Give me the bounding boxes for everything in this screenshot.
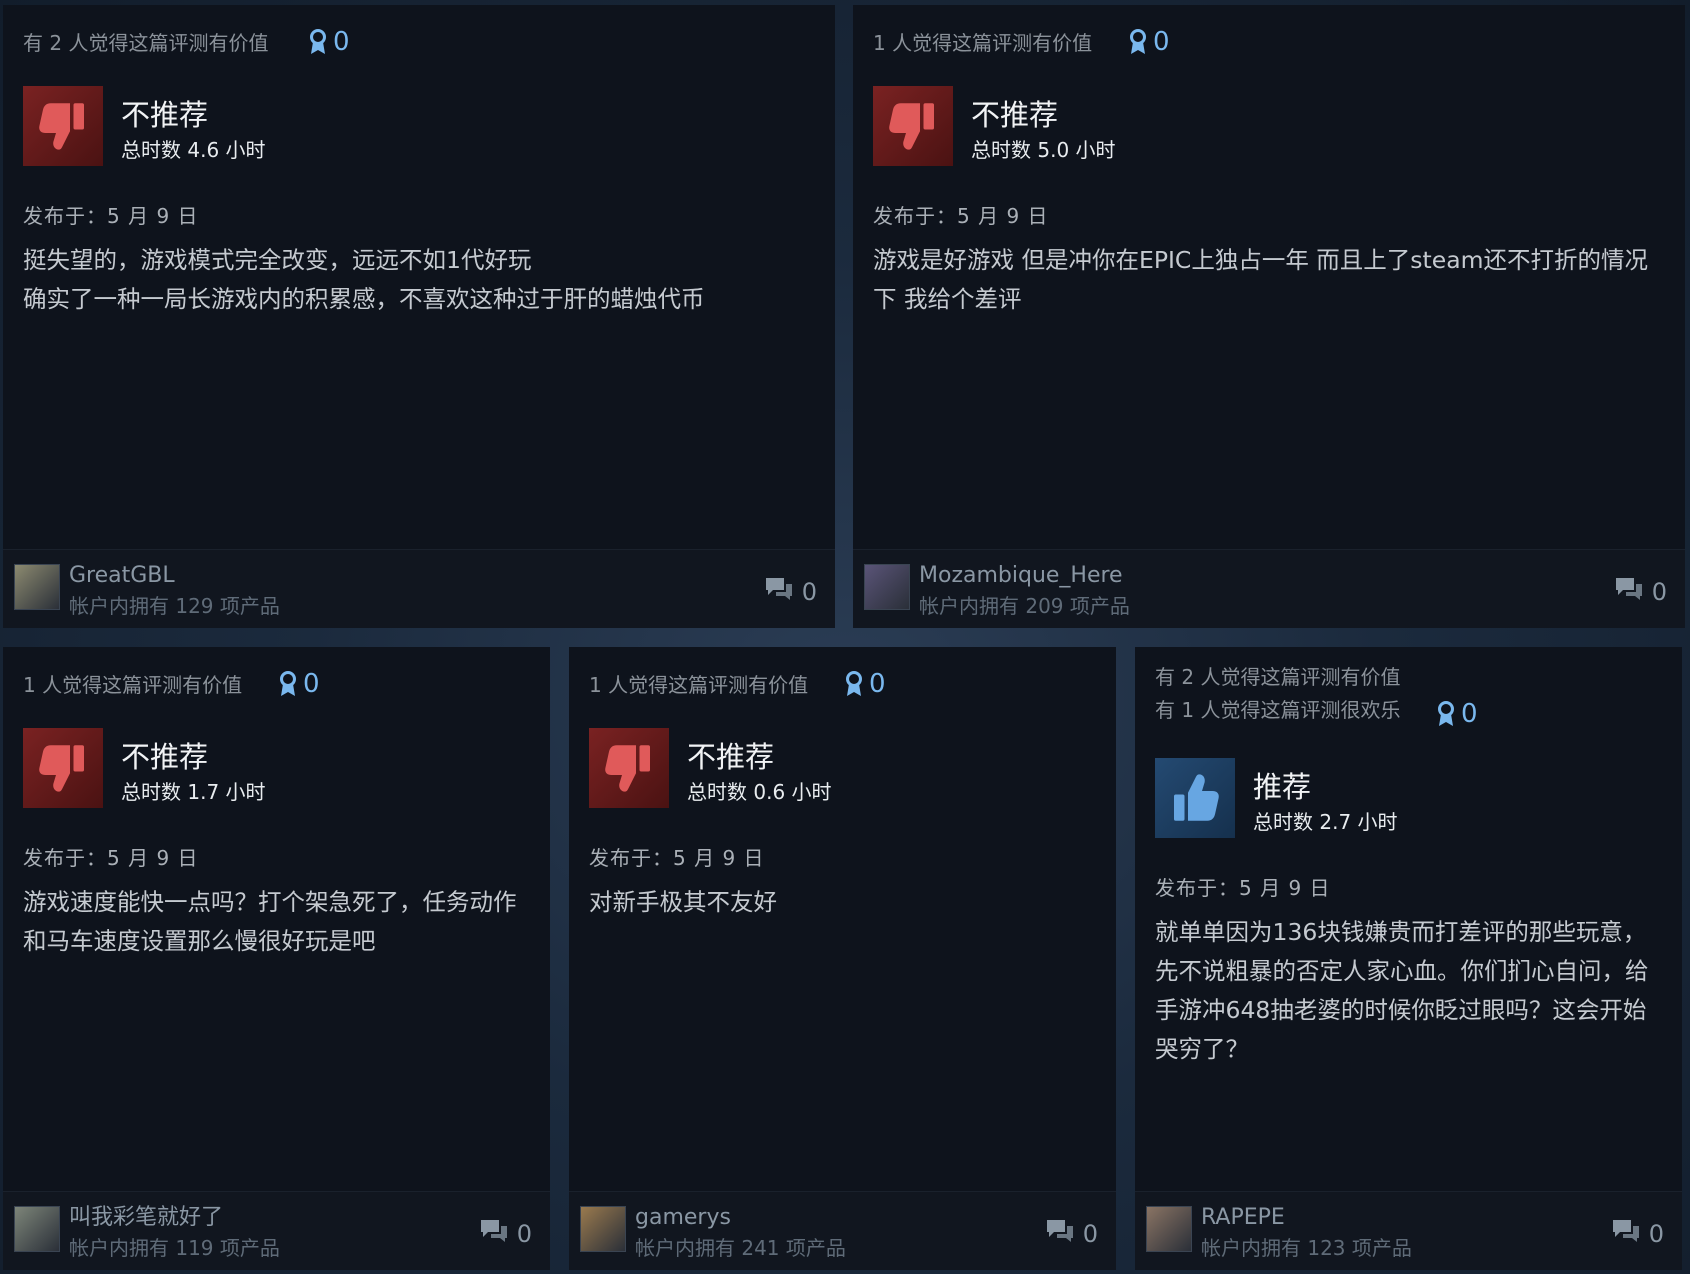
review-card: 有 2 人觉得这篇评测有价值 0 不推荐总时数 4.6 小时发布于：5 月 9 日挺… [3,5,835,628]
posted-date: 发布于：5 月 9 日 [23,204,199,228]
helpful-count-text: 有 1 人觉得这篇评测很欢乐 [1155,698,1401,722]
playtime-hours: 总时数 0.6 小时 [687,780,832,804]
award-count: 0 [869,669,886,699]
thumbs-down-icon [589,728,669,808]
reviewer-name-link[interactable]: Mozambique_Here [919,562,1123,590]
review-body: 对新手极其不友好 [589,888,777,916]
review-footer: Mozambique_Here 帐户内拥有 209 项产品 0 [853,549,1685,628]
reviewer-name-link[interactable]: RAPEPE [1201,1204,1285,1232]
review-verdict[interactable]: 推荐 [1253,769,1311,805]
avatar[interactable] [864,564,910,610]
review-footer: gamerys 帐户内拥有 241 项产品 0 [569,1191,1116,1270]
review-footer: GreatGBL 帐户内拥有 129 项产品 0 [3,549,835,628]
comments-button[interactable]: 0 [1045,1218,1098,1250]
review-footer: RAPEPE 帐户内拥有 123 项产品 0 [1135,1191,1682,1270]
award-button[interactable]: 0 [279,669,320,699]
award-ribbon-icon [279,671,297,697]
playtime-hours: 总时数 5.0 小时 [971,138,1116,162]
reviewer-name-link[interactable]: gamerys [635,1204,731,1232]
thumbs-down-icon [873,86,953,166]
comment-bubbles-icon [479,1218,509,1250]
thumbs-down-icon [23,728,103,808]
review-body: 游戏是好游戏 但是冲你在EPIC上独占一年 而且上了steam还不打折的情况下 … [873,246,1649,313]
award-button[interactable]: 0 [845,669,886,699]
products-owned-text: 帐户内拥有 123 项产品 [1201,1236,1412,1260]
thumbs-up-icon [1155,758,1235,838]
review-verdict[interactable]: 不推荐 [971,97,1058,133]
award-count: 0 [1153,27,1170,57]
reviewer-name-link[interactable]: 叫我彩笔就好了 [69,1204,223,1232]
review-card: 1 人觉得这篇评测有价值 0 不推荐总时数 5.0 小时发布于：5 月 9 日游戏是… [853,5,1685,628]
award-ribbon-icon [1437,701,1455,727]
comment-count: 0 [1082,1220,1098,1248]
award-count: 0 [333,27,350,57]
products-owned-text: 帐户内拥有 119 项产品 [69,1236,280,1260]
comment-count: 0 [1651,578,1667,606]
avatar[interactable] [14,1206,60,1252]
products-owned-text: 帐户内拥有 209 项产品 [919,594,1130,618]
award-ribbon-icon [1129,29,1147,55]
award-button[interactable]: 0 [1129,27,1170,57]
review-body: 就单单因为136块钱嫌贵而打差评的那些玩意，先不说粗暴的否定人家心血。你们扪心自… [1155,918,1649,1063]
award-button[interactable]: 0 [1437,699,1478,729]
review-card: 有 2 人觉得这篇评测有价值有 1 人觉得这篇评测很欢乐 0 推荐总时数 2.7 小… [1135,647,1682,1270]
comments-button[interactable]: 0 [764,576,817,608]
avatar[interactable] [14,564,60,610]
posted-date: 发布于：5 月 9 日 [589,846,765,870]
award-ribbon-icon [309,29,327,55]
comments-button[interactable]: 0 [1611,1218,1664,1250]
review-card: 1 人觉得这篇评测有价值 0 不推荐总时数 0.6 小时发布于：5 月 9 日对新手… [569,647,1116,1270]
products-owned-text: 帐户内拥有 241 项产品 [635,1236,846,1260]
review-body: 挺失望的，游戏模式完全改变，远远不如1代好玩 确实了一种一局长游戏内的积累感，不… [23,246,705,313]
award-count: 0 [1461,699,1478,729]
comment-count: 0 [801,578,817,606]
comment-bubbles-icon [1611,1218,1641,1250]
comment-bubbles-icon [1045,1218,1075,1250]
comments-button[interactable]: 0 [1614,576,1667,608]
helpful-count-text: 1 人觉得这篇评测有价值 [589,673,809,697]
helpful-count-text: 1 人觉得这篇评测有价值 [873,31,1093,55]
products-owned-text: 帐户内拥有 129 项产品 [69,594,280,618]
review-verdict[interactable]: 不推荐 [687,739,774,775]
comment-count: 0 [516,1220,532,1248]
review-footer: 叫我彩笔就好了帐户内拥有 119 项产品 0 [3,1191,550,1270]
playtime-hours: 总时数 4.6 小时 [121,138,266,162]
comment-count: 0 [1648,1220,1664,1248]
review-body: 游戏速度能快一点吗？打个架急死了，任务动作和马车速度设置那么慢很好玩是吧 [23,888,517,955]
award-button[interactable]: 0 [309,27,350,57]
posted-date: 发布于：5 月 9 日 [1155,876,1331,900]
reviewer-name-link[interactable]: GreatGBL [69,562,175,590]
comments-button[interactable]: 0 [479,1218,532,1250]
helpful-count-text: 1 人觉得这篇评测有价值 [23,673,243,697]
comment-bubbles-icon [1614,576,1644,608]
avatar[interactable] [580,1206,626,1252]
award-count: 0 [303,669,320,699]
posted-date: 发布于：5 月 9 日 [873,204,1049,228]
avatar[interactable] [1146,1206,1192,1252]
review-card: 1 人觉得这篇评测有价值 0 不推荐总时数 1.7 小时发布于：5 月 9 日游戏速… [3,647,550,1270]
review-verdict[interactable]: 不推荐 [121,739,208,775]
posted-date: 发布于：5 月 9 日 [23,846,199,870]
comment-bubbles-icon [764,576,794,608]
thumbs-down-icon [23,86,103,166]
helpful-count-text: 有 2 人觉得这篇评测有价值 [23,31,269,55]
playtime-hours: 总时数 1.7 小时 [121,780,266,804]
review-verdict[interactable]: 不推荐 [121,97,208,133]
playtime-hours: 总时数 2.7 小时 [1253,810,1398,834]
helpful-count-text: 有 2 人觉得这篇评测有价值 [1155,665,1401,689]
award-ribbon-icon [845,671,863,697]
